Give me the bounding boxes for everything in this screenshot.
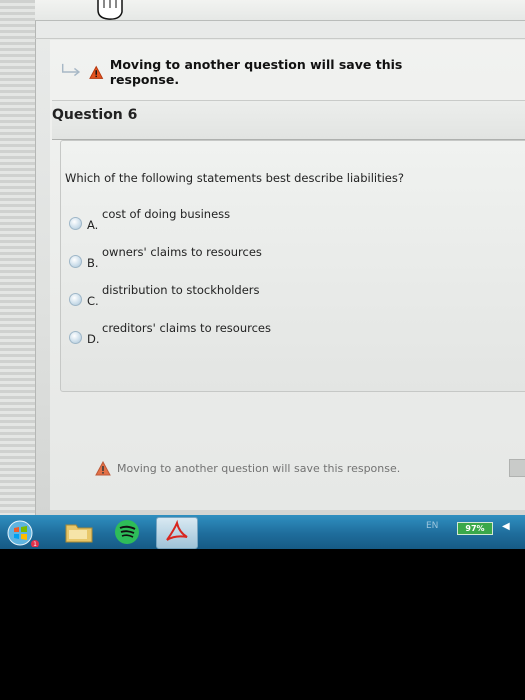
start-badge: 1 [33, 541, 37, 547]
question-box: Which of the following statements best d… [60, 140, 525, 392]
tray-expand-icon[interactable]: ◀ [502, 521, 510, 532]
folder-icon [65, 524, 93, 543]
option-text: cost of doing business [102, 207, 231, 221]
warning-text: Moving to another question will save thi… [117, 461, 401, 475]
warning-icon [89, 65, 104, 79]
option-letter: A. [87, 218, 99, 232]
hand-cursor-icon [97, 0, 123, 20]
battery-indicator[interactable]: 97% [457, 522, 493, 535]
question-text: Which of the following statements best d… [65, 171, 404, 185]
question-title: Question 6 [52, 107, 138, 123]
radio-button[interactable] [69, 217, 82, 230]
acrobat-button[interactable] [156, 517, 198, 549]
spotify-icon [115, 520, 139, 544]
radio-button[interactable] [69, 293, 82, 306]
warning-icon [95, 460, 111, 475]
option-letter: D. [87, 332, 100, 346]
option-d[interactable]: D. creditors' claims to resources [69, 321, 369, 351]
radio-button[interactable] [69, 255, 82, 268]
option-text: distribution to stockholders [102, 283, 260, 297]
option-b[interactable]: B. owners' claims to resources [69, 245, 369, 275]
option-text: creditors' claims to resources [102, 321, 271, 335]
spotify-button[interactable] [108, 517, 146, 547]
taskbar: 1 [0, 515, 525, 549]
save-warning-top: Moving to another question will save thi… [60, 57, 440, 87]
left-panel [0, 0, 36, 515]
return-arrow-icon [61, 63, 81, 77]
option-letter: B. [87, 256, 99, 270]
option-a[interactable]: A. cost of doing business [69, 207, 369, 237]
option-c[interactable]: C. distribution to stockholders [69, 283, 369, 313]
save-warning-bottom: Moving to another question will save thi… [95, 459, 415, 477]
radio-button[interactable] [69, 331, 82, 344]
warning-text: Moving to another question will save thi… [109, 57, 403, 87]
start-button[interactable]: 1 [2, 517, 50, 548]
language-indicator[interactable]: EN [426, 521, 438, 531]
option-letter: C. [87, 294, 99, 308]
screen: Moving to another question will save thi… [0, 0, 525, 515]
corner-button[interactable] [509, 459, 525, 477]
file-explorer-button[interactable] [60, 517, 98, 547]
option-text: owners' claims to resources [102, 245, 262, 259]
divider [35, 38, 525, 39]
acrobat-icon [166, 519, 188, 541]
question-header: Question 6 [52, 100, 525, 140]
windows-logo-icon: 1 [7, 520, 39, 548]
